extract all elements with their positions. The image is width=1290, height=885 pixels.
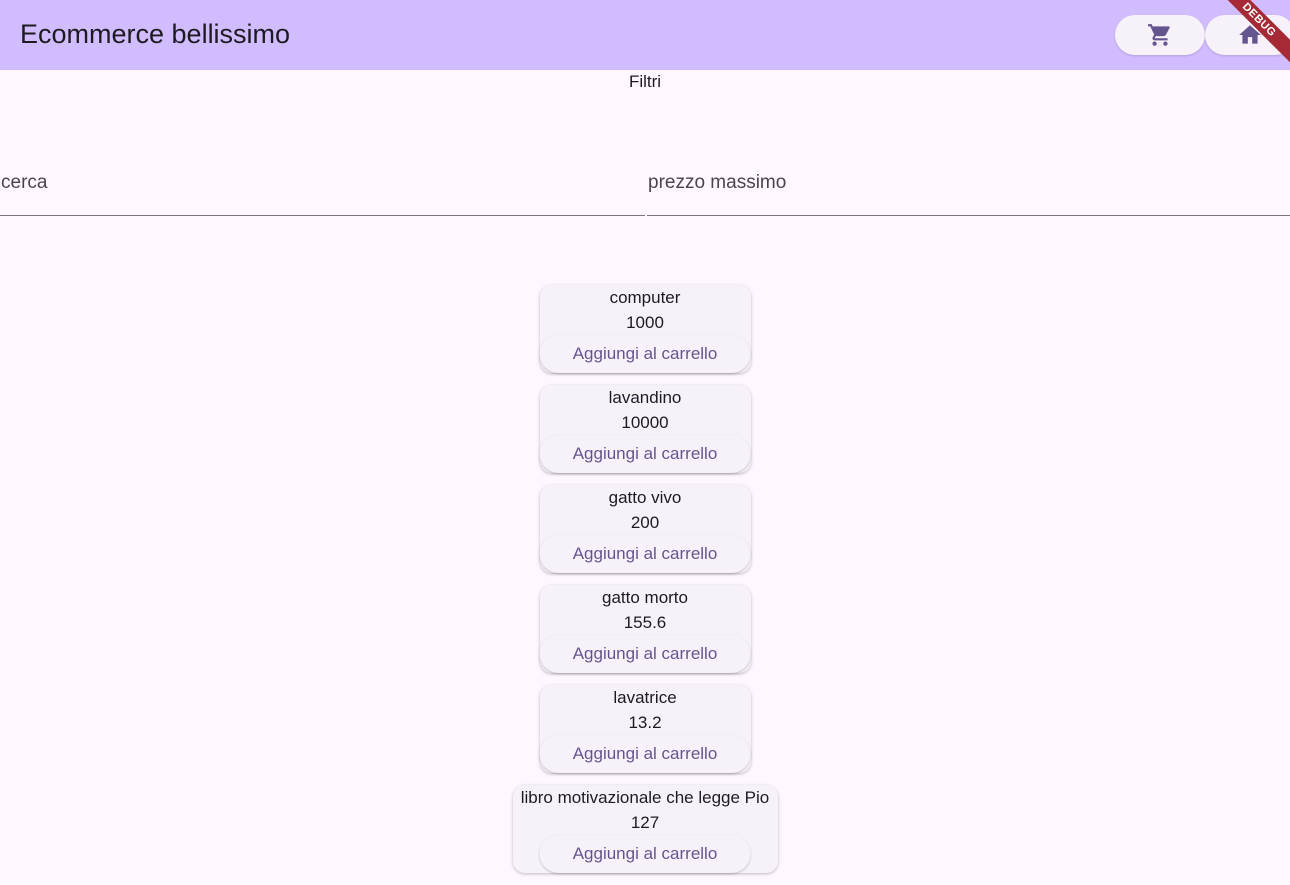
product-name: libro motivazionale che legge Pio: [520, 788, 770, 807]
product-name: lavandino: [608, 388, 682, 407]
max-price-input[interactable]: [647, 172, 1290, 194]
product-price: 10000: [621, 413, 669, 432]
product-name: computer: [609, 288, 681, 307]
add-to-cart-button[interactable]: Aggiungi al carrello: [539, 335, 751, 373]
add-to-cart-button[interactable]: Aggiungi al carrello: [539, 435, 751, 473]
add-to-cart-button[interactable]: Aggiungi al carrello: [539, 835, 751, 873]
add-to-cart-button[interactable]: Aggiungi al carrello: [539, 735, 751, 773]
product-price: 13.2: [628, 713, 662, 732]
app-bar: Ecommerce bellissimo: [0, 0, 1290, 70]
product-name: gatto vivo: [608, 488, 682, 507]
cart-button[interactable]: [1115, 15, 1205, 55]
product-price: 1000: [626, 313, 664, 332]
product-price: 200: [630, 513, 660, 532]
product-price: 127: [630, 813, 660, 832]
add-to-cart-button[interactable]: Aggiungi al carrello: [539, 635, 751, 673]
filters-heading: Filtri: [628, 72, 662, 91]
product-list: computer 1000 Aggiungi al carrello lavan…: [0, 285, 1290, 885]
max-price-field: [647, 150, 1290, 216]
product-card: computer 1000 Aggiungi al carrello: [539, 285, 751, 373]
product-card: gatto vivo 200 Aggiungi al carrello: [539, 485, 751, 573]
product-card: libro motivazionale che legge Pio 127 Ag…: [512, 785, 778, 873]
shopping-cart-icon: [1148, 24, 1170, 46]
app-title: Ecommerce bellissimo: [20, 19, 291, 49]
search-input[interactable]: [0, 172, 645, 194]
product-name: lavatrice: [613, 688, 677, 707]
product-card: gatto morto 155.6 Aggiungi al carrello: [539, 585, 751, 673]
add-to-cart-button[interactable]: Aggiungi al carrello: [539, 535, 751, 573]
product-price: 155.6: [623, 613, 667, 632]
product-card: lavandino 10000 Aggiungi al carrello: [539, 385, 751, 473]
product-card: lavatrice 13.2 Aggiungi al carrello: [539, 685, 751, 773]
search-field: [0, 150, 645, 216]
product-name: gatto morto: [602, 588, 688, 607]
